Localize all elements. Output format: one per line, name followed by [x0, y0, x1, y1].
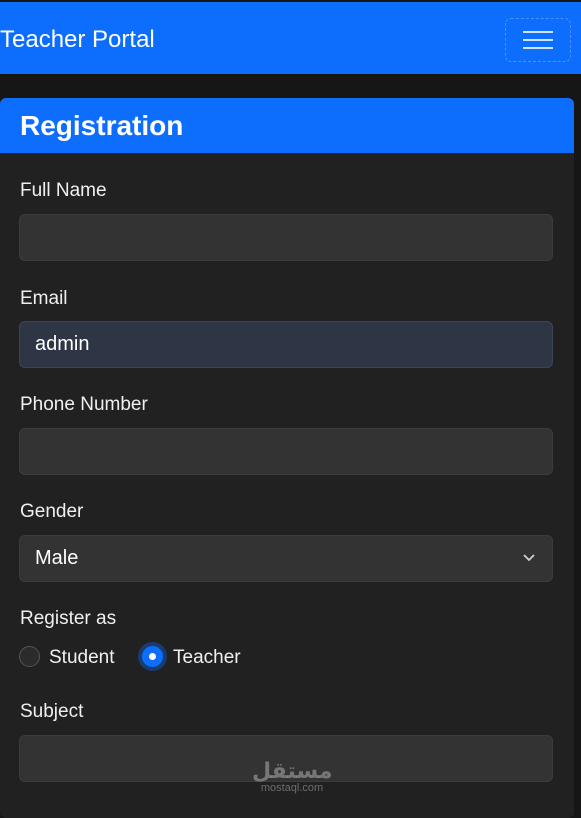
gender-selected-value: Male — [35, 547, 79, 569]
student-radio-label[interactable]: Student — [49, 647, 115, 669]
card-header: Registration — [0, 98, 574, 153]
watermark-arabic: مستقل — [252, 758, 333, 783]
brand-title[interactable]: Teacher Portal — [0, 26, 155, 54]
gender-label: Gender — [20, 501, 84, 522]
email-input[interactable]: admin — [19, 321, 553, 368]
navbar-toggle-button[interactable] — [505, 18, 571, 62]
phone-label: Phone Number — [20, 394, 148, 415]
full-name-label: Full Name — [20, 180, 107, 201]
register-as-label: Register as — [20, 608, 117, 629]
email-label: Email — [20, 288, 68, 309]
teacher-radio[interactable] — [142, 646, 163, 667]
gender-select[interactable]: Male — [19, 535, 553, 582]
hamburger-icon — [523, 31, 553, 49]
watermark: مستقل mostaql.com — [252, 758, 333, 795]
navbar: Teacher Portal — [0, 2, 581, 74]
student-radio[interactable] — [19, 646, 40, 667]
teacher-radio-label[interactable]: Teacher — [173, 647, 241, 669]
watermark-latin: mostaql.com — [260, 782, 324, 794]
chevron-down-icon — [523, 554, 535, 562]
card-title: Registration — [20, 109, 184, 141]
subject-label: Subject — [20, 701, 84, 722]
full-name-input[interactable] — [19, 214, 553, 261]
phone-input[interactable] — [19, 428, 553, 475]
